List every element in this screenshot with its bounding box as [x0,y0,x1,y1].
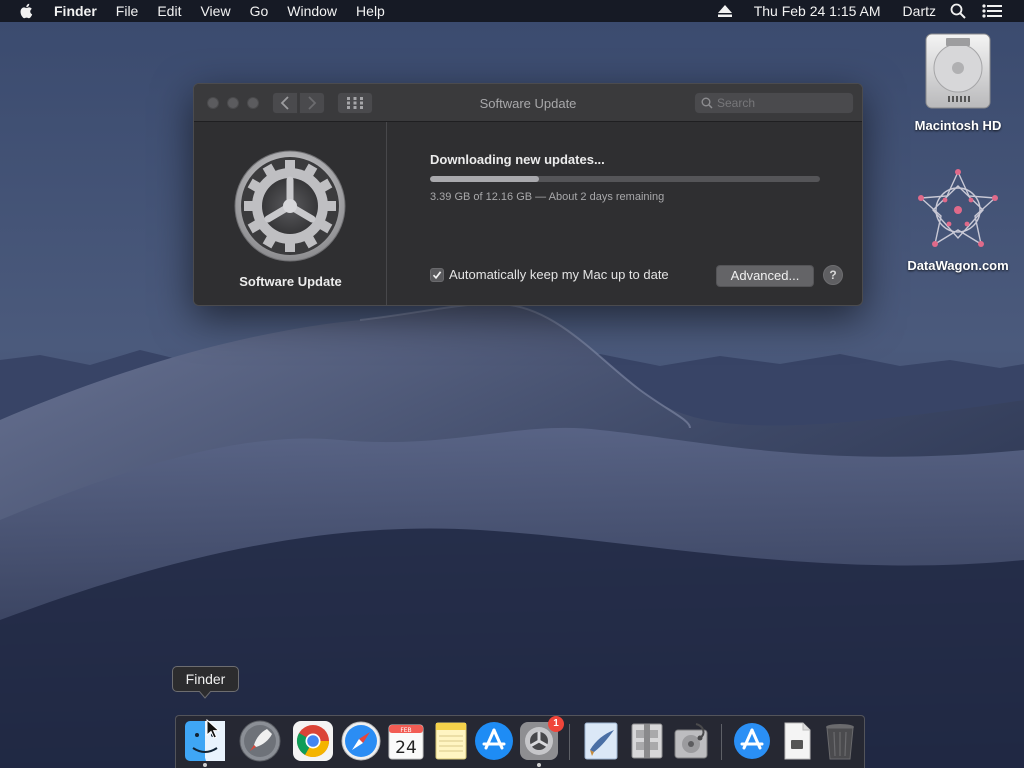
sidebar-pane: Software Update [194,122,387,305]
launchpad-icon [239,720,281,762]
dock-item-system-preferences[interactable]: 1 [518,716,564,762]
tooltip-arrow-icon [199,691,211,699]
dock-item-document[interactable] [776,720,818,762]
running-indicator [537,763,541,767]
search-field[interactable] [694,92,854,114]
update-status-detail: 3.39 GB of 12.16 GB — About 2 days remai… [430,191,665,203]
dock-item-notes[interactable] [430,720,472,762]
mail-icon [584,722,618,760]
disk-utility-icon [674,723,708,759]
dock-separator [569,724,570,760]
dock-item-archive-utility[interactable] [626,720,668,762]
menu-app-name[interactable]: Finder [54,3,97,19]
desktop-icon-label: DataWagon.com [907,258,1009,273]
menu-bar: Finder File Edit View Go Window Help Thu… [0,0,1024,22]
menu-go[interactable]: Go [250,3,269,19]
running-indicator [203,763,207,767]
update-status-title: Downloading new updates... [430,152,605,167]
calendar-icon: FEB 24 [388,724,424,760]
advanced-button[interactable]: Advanced... [716,265,814,287]
desktop-icon-macintosh-hd[interactable]: Macintosh HD [903,30,1013,133]
menu-help[interactable]: Help [356,3,385,19]
menu-clock[interactable]: Thu Feb 24 1:15 AM [754,3,881,19]
checkmark-icon [432,270,442,279]
software-update-gear-icon [234,150,346,262]
dock-item-disk-utility[interactable] [670,720,712,762]
desktop-icon-datawagon[interactable]: DataWagon.com [903,168,1013,273]
calendar-month: FEB [400,727,411,734]
app-store-icon [475,722,513,760]
trash-icon [826,724,854,760]
dock-item-app-store[interactable] [473,720,515,762]
network-star-icon [918,169,998,247]
menu-bar-extras: Thu Feb 24 1:15 AM Dartz [717,0,1024,22]
search-icon [701,97,713,109]
dock-separator [721,724,722,760]
apple-icon[interactable] [18,2,36,20]
auto-update-checkbox[interactable] [430,267,444,282]
menu-user[interactable]: Dartz [903,3,936,19]
dock-item-mail[interactable] [580,720,622,762]
menu-edit[interactable]: Edit [157,3,181,19]
auto-update-label: Automatically keep my Mac up to date [449,267,669,282]
help-button[interactable]: ? [823,265,843,285]
notes-icon [435,722,467,760]
document-icon [784,722,811,760]
safari-icon [341,721,381,761]
software-update-window: Software Update Search Software Update D… [193,83,863,306]
menu-file[interactable]: File [116,3,139,19]
menu-window[interactable]: Window [287,3,337,19]
chrome-icon [293,721,333,761]
window-titlebar[interactable]: Software Update [194,84,862,122]
hard-drive-icon [925,33,991,109]
dock-tooltip: Finder [172,666,239,692]
mouse-cursor-icon [206,719,220,739]
dock: FEB 24 1 [175,715,865,768]
search-input[interactable] [717,96,847,110]
download-progress-fill [430,176,539,182]
dock-item-chrome[interactable] [292,720,334,762]
calendar-day: 24 [395,738,417,758]
notification-center-icon[interactable] [982,4,1002,18]
desktop-icon-label: Macintosh HD [914,118,1002,133]
sidebar-pane-label: Software Update [239,274,342,289]
dock-item-safari[interactable] [340,720,382,762]
dock-item-launchpad[interactable] [239,720,281,762]
download-progress-bar [430,176,820,182]
archive-utility-icon [631,723,663,759]
eject-icon[interactable] [717,5,732,17]
dock-item-trash[interactable] [819,720,861,762]
menu-view[interactable]: View [200,3,230,19]
update-content: Downloading new updates... 3.39 GB of 12… [388,122,862,305]
dock-item-calendar[interactable]: FEB 24 [385,720,427,762]
spotlight-icon[interactable] [950,3,966,19]
app-store-folder-icon [734,723,770,759]
dock-item-downloads[interactable] [731,720,773,762]
auto-update-checkbox-row[interactable]: Automatically keep my Mac up to date [430,267,669,282]
notification-badge: 1 [548,716,564,732]
